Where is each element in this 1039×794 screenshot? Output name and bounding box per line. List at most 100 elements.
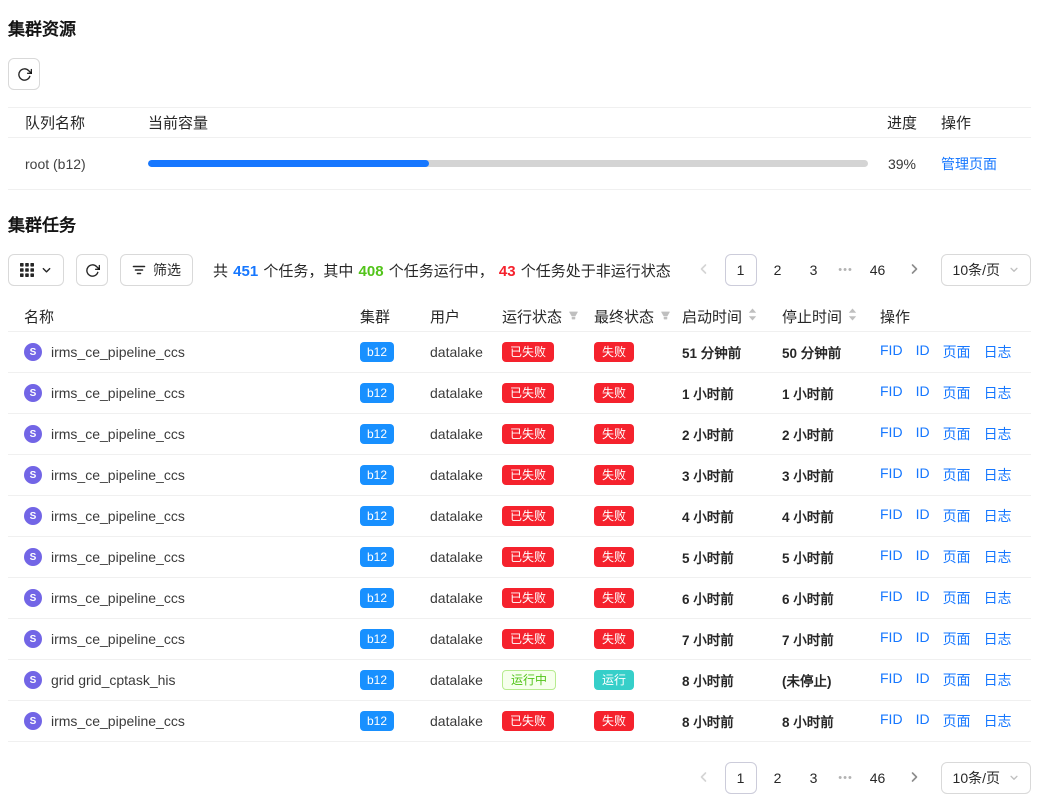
final-status-tag: 失败 <box>594 424 634 444</box>
pagination-page-1[interactable]: 1 <box>725 254 757 286</box>
page-link[interactable]: 页面 <box>943 629 971 649</box>
column-settings-button[interactable] <box>8 254 64 286</box>
row-actions: FID ID 页面日志 <box>864 629 1031 649</box>
log-link[interactable]: 日志 <box>984 465 1012 485</box>
run-status-tag: 已失败 <box>502 342 554 362</box>
stop-time: 1 小时前 <box>766 383 864 403</box>
task-name: irms_ce_pipeline_ccs <box>51 467 185 483</box>
log-link[interactable]: 日志 <box>984 424 1012 444</box>
row-actions: FID ID 页面日志 <box>864 383 1031 403</box>
start-time: 51 分钟前 <box>666 342 766 362</box>
pagination-page-1[interactable]: 1 <box>725 762 757 794</box>
page-size-select[interactable]: 10条/页 <box>941 254 1031 286</box>
task-name: irms_ce_pipeline_ccs <box>51 385 185 401</box>
start-time: 2 小时前 <box>666 424 766 444</box>
col-start-time[interactable]: 启动时间 <box>666 306 766 327</box>
id-link[interactable]: ID <box>916 711 930 731</box>
page-link[interactable]: 页面 <box>943 588 971 608</box>
pagination-ellipsis[interactable]: ••• <box>835 264 857 276</box>
fid-link[interactable]: FID <box>880 342 903 362</box>
task-table-body: S irms_ce_pipeline_ccs b12 datalake 已失败 … <box>8 332 1031 742</box>
id-link[interactable]: ID <box>916 629 930 649</box>
log-link[interactable]: 日志 <box>984 588 1012 608</box>
start-time: 8 小时前 <box>666 711 766 731</box>
page-link[interactable]: 页面 <box>943 424 971 444</box>
id-link[interactable]: ID <box>916 424 930 444</box>
page-link[interactable]: 页面 <box>943 465 971 485</box>
page-link[interactable]: 页面 <box>943 506 971 526</box>
page-link[interactable]: 页面 <box>943 547 971 567</box>
start-time: 3 小时前 <box>666 465 766 485</box>
fid-link[interactable]: FID <box>880 506 903 526</box>
pagination-page-last[interactable]: 46 <box>863 763 893 793</box>
tasks-toolbar: 筛选 共 451 个任务，其中 408 个任务运行中， 43 个任务处于非运行状… <box>8 254 1031 286</box>
final-status-tag: 失败 <box>594 342 634 362</box>
log-link[interactable]: 日志 <box>984 342 1012 362</box>
log-link[interactable]: 日志 <box>984 670 1012 690</box>
total-count: 451 <box>233 263 258 280</box>
cluster-resources-title: 集群资源 <box>8 0 1031 40</box>
id-link[interactable]: ID <box>916 588 930 608</box>
fid-link[interactable]: FID <box>880 670 903 690</box>
col-stop-time[interactable]: 停止时间 <box>766 306 864 327</box>
filter-button[interactable]: 筛选 <box>120 254 193 286</box>
fid-link[interactable]: FID <box>880 424 903 444</box>
id-link[interactable]: ID <box>916 547 930 567</box>
id-link[interactable]: ID <box>916 342 930 362</box>
row-actions: FID ID 页面日志 <box>864 588 1031 608</box>
fid-link[interactable]: FID <box>880 629 903 649</box>
task-name: irms_ce_pipeline_ccs <box>51 508 185 524</box>
sorter-icon[interactable] <box>748 308 757 325</box>
pagination-page-2[interactable]: 2 <box>763 763 793 793</box>
cluster-tag: b12 <box>360 383 394 403</box>
chevron-right-icon <box>908 770 920 786</box>
pagination-prev-button[interactable] <box>689 255 719 285</box>
queue-name: root (b12) <box>8 156 148 172</box>
run-status-tag: 已失败 <box>502 711 554 731</box>
fid-link[interactable]: FID <box>880 465 903 485</box>
log-link[interactable]: 日志 <box>984 506 1012 526</box>
pagination-page-last[interactable]: 46 <box>863 255 893 285</box>
table-row: S irms_ce_pipeline_ccs b12 datalake 已失败 … <box>8 414 1031 455</box>
tasks-refresh-button[interactable] <box>76 254 108 286</box>
page-link[interactable]: 页面 <box>943 342 971 362</box>
log-link[interactable]: 日志 <box>984 629 1012 649</box>
pagination-prev-button[interactable] <box>689 763 719 793</box>
running-count: 408 <box>359 263 384 280</box>
id-link[interactable]: ID <box>916 465 930 485</box>
pagination-page-3[interactable]: 3 <box>799 763 829 793</box>
cluster-tag: b12 <box>360 342 394 362</box>
row-actions: FID ID 页面日志 <box>864 670 1031 690</box>
resources-refresh-button[interactable] <box>8 58 40 90</box>
chevron-left-icon <box>698 262 710 278</box>
col-current-capacity: 当前容量 <box>148 112 869 133</box>
id-link[interactable]: ID <box>916 383 930 403</box>
pagination-next-button[interactable] <box>899 255 929 285</box>
col-final-status[interactable]: 最终状态 <box>578 306 666 327</box>
pagination-ellipsis[interactable]: ••• <box>835 772 857 784</box>
page-link[interactable]: 页面 <box>943 383 971 403</box>
col-run-status[interactable]: 运行状态 <box>486 306 578 327</box>
fid-link[interactable]: FID <box>880 588 903 608</box>
id-link[interactable]: ID <box>916 506 930 526</box>
log-link[interactable]: 日志 <box>984 711 1012 731</box>
fid-link[interactable]: FID <box>880 383 903 403</box>
resource-row: root (b12) 39% 管理页面 <box>8 138 1031 190</box>
cluster-tag: b12 <box>360 506 394 526</box>
user-name: datalake <box>414 672 486 688</box>
page-size-select[interactable]: 10条/页 <box>941 762 1031 794</box>
page-link[interactable]: 页面 <box>943 711 971 731</box>
pagination-top: 1 2 3 ••• 46 10条/页 <box>689 254 1031 286</box>
sorter-icon[interactable] <box>848 308 857 325</box>
log-link[interactable]: 日志 <box>984 547 1012 567</box>
cluster-tag: b12 <box>360 547 394 567</box>
manage-page-link[interactable]: 管理页面 <box>941 156 997 172</box>
log-link[interactable]: 日志 <box>984 383 1012 403</box>
id-link[interactable]: ID <box>916 670 930 690</box>
fid-link[interactable]: FID <box>880 547 903 567</box>
pagination-page-3[interactable]: 3 <box>799 255 829 285</box>
fid-link[interactable]: FID <box>880 711 903 731</box>
page-link[interactable]: 页面 <box>943 670 971 690</box>
pagination-next-button[interactable] <box>899 763 929 793</box>
pagination-page-2[interactable]: 2 <box>763 255 793 285</box>
